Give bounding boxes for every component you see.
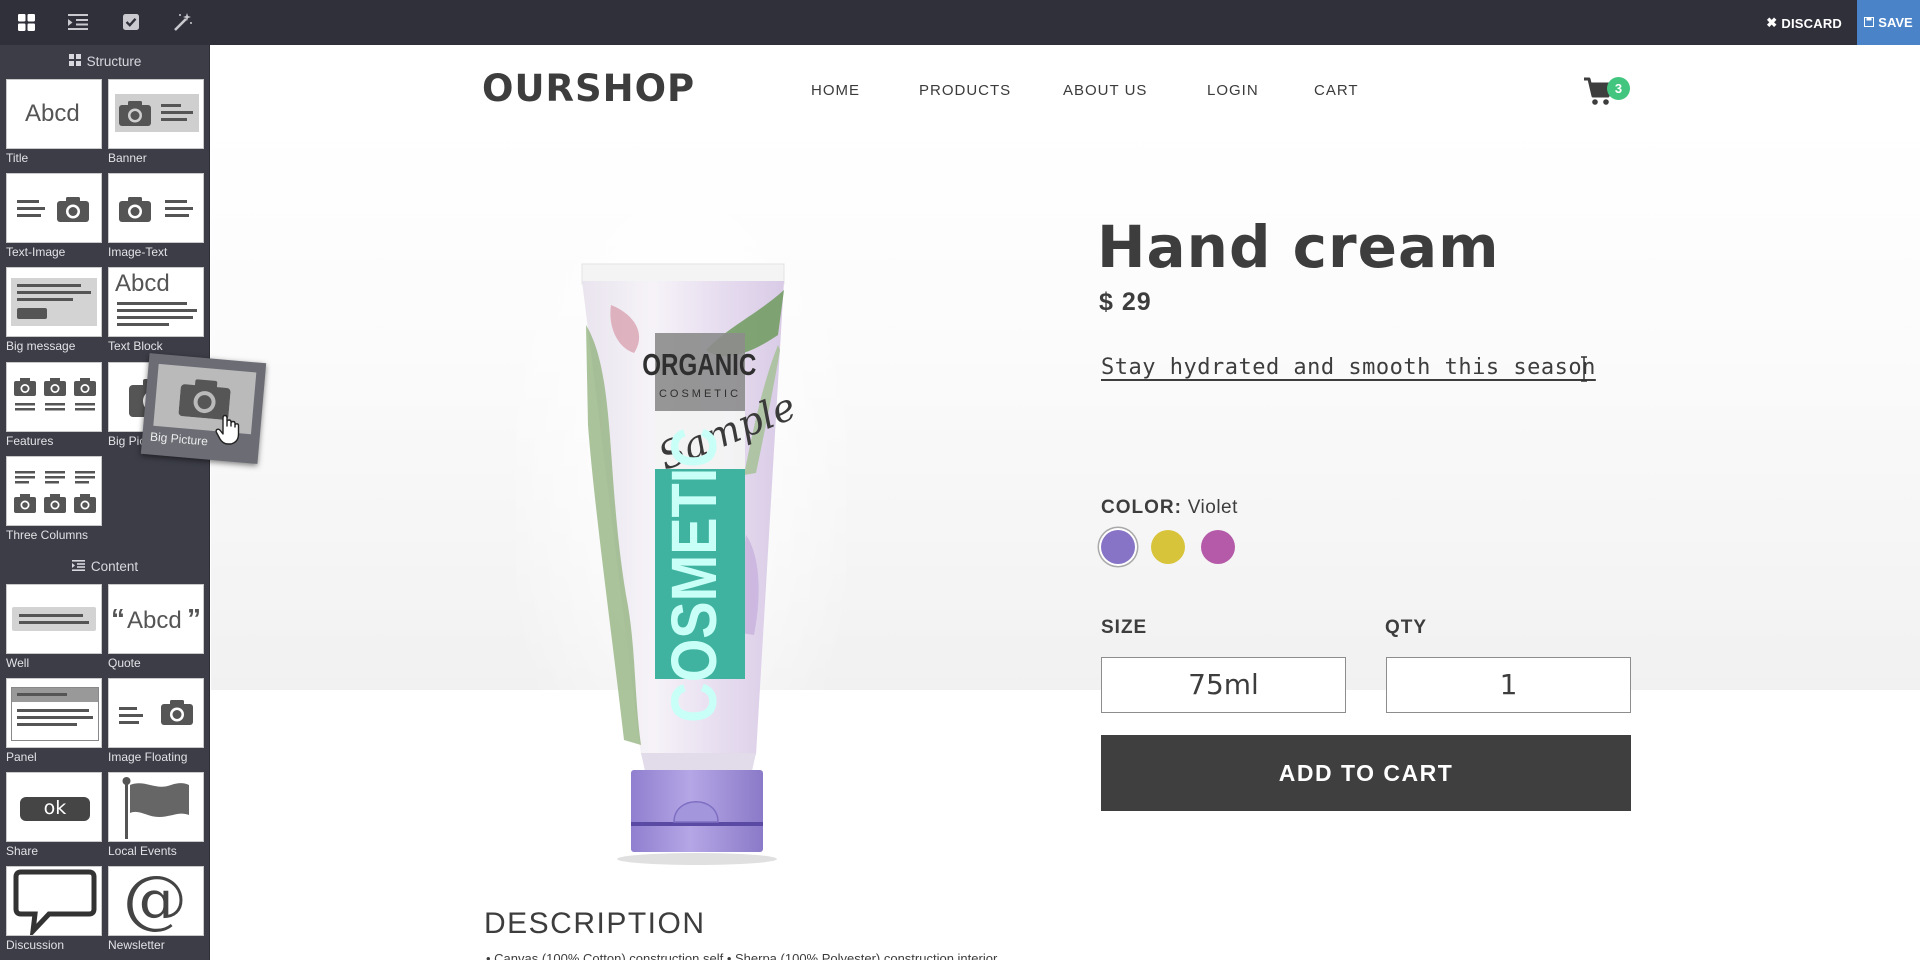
snippet-label-text-image: Text-Image bbox=[6, 245, 66, 259]
size-select[interactable]: 75ml bbox=[1101, 657, 1346, 713]
snippet-well[interactable] bbox=[6, 584, 102, 654]
camera-icon bbox=[57, 197, 89, 222]
product-tagline-editable[interactable]: Stay hydrated and smooth this season bbox=[1101, 355, 1596, 380]
camera-icon bbox=[14, 471, 96, 513]
grid-icon bbox=[68, 54, 81, 69]
color-swatch-violet[interactable] bbox=[1101, 530, 1135, 564]
color-swatch-magenta[interactable] bbox=[1201, 530, 1235, 564]
color-label-value: Violet bbox=[1187, 497, 1238, 518]
nav-login[interactable]: LOGIN bbox=[1207, 82, 1259, 99]
discard-button[interactable]: ✖ DISCARD bbox=[1766, 12, 1842, 34]
snippet-image-floating[interactable] bbox=[108, 678, 204, 748]
snippet-label-well: Well bbox=[6, 656, 30, 670]
save-button[interactable]: SAVE bbox=[1857, 0, 1920, 45]
nav-products[interactable]: PRODUCTS bbox=[919, 82, 1011, 99]
magic-wand-icon[interactable] bbox=[170, 9, 196, 35]
content-header: Content bbox=[0, 559, 209, 574]
label-cosmetic-small-text: COSMETIC bbox=[659, 388, 741, 400]
snippet-text-image[interactable] bbox=[6, 173, 102, 243]
snippet-label-panel: Panel bbox=[6, 750, 37, 764]
camera-icon bbox=[14, 378, 96, 411]
snippet-label-title: Title bbox=[6, 151, 29, 165]
open-quote-icon: “ bbox=[111, 603, 125, 634]
page-canvas: OURSHOP HOME PRODUCTS ABOUT US LOGIN CAR… bbox=[211, 45, 1920, 960]
label-organic-text: ORGANIC bbox=[642, 347, 756, 382]
snippet-banner[interactable] bbox=[108, 79, 204, 149]
snippet-newsletter[interactable]: @ bbox=[108, 866, 204, 936]
camera-icon bbox=[119, 197, 151, 222]
snippet-label-share: Share bbox=[6, 844, 39, 858]
snippet-label-image-text: Image-Text bbox=[108, 245, 168, 259]
snippet-label-banner: Banner bbox=[108, 151, 147, 165]
save-label: SAVE bbox=[1878, 15, 1913, 30]
grid-icon[interactable] bbox=[13, 9, 39, 35]
close-quote-icon: ” bbox=[187, 603, 201, 634]
snippet-panel: Structure Abcd Title Banner Text-Image I… bbox=[0, 45, 210, 960]
color-label-key: COLOR: bbox=[1101, 497, 1182, 518]
product-image: ORGANIC COSMETIC Sample COSMETIC bbox=[516, 175, 846, 865]
snippet-label-features: Features bbox=[6, 434, 54, 448]
nav-home[interactable]: HOME bbox=[811, 82, 860, 99]
product-price: $ 29 bbox=[1099, 288, 1152, 316]
snippet-title[interactable]: Abcd bbox=[6, 79, 102, 149]
at-sign-icon: @ bbox=[123, 866, 187, 936]
size-label: SIZE bbox=[1101, 617, 1148, 638]
color-label: COLOR: Violet bbox=[1101, 497, 1238, 519]
discard-label: DISCARD bbox=[1781, 15, 1842, 31]
snippet-three-columns[interactable] bbox=[6, 456, 102, 526]
indent-list-icon[interactable] bbox=[65, 9, 91, 35]
snippet-big-message[interactable] bbox=[6, 267, 102, 337]
grab-hand-cursor-icon bbox=[215, 414, 240, 445]
indent-list-icon bbox=[71, 559, 85, 574]
snippet-label-image-floating: Image Floating bbox=[108, 750, 188, 764]
snippet-quote[interactable]: “ Abcd ” bbox=[108, 584, 204, 654]
snippet-features[interactable] bbox=[6, 362, 102, 432]
structure-header: Structure bbox=[0, 54, 209, 69]
qty-input[interactable]: 1 bbox=[1386, 657, 1631, 713]
description-heading: DESCRIPTION bbox=[484, 907, 706, 940]
hero-background bbox=[211, 125, 1920, 690]
snippet-local-events[interactable] bbox=[108, 772, 204, 842]
nav-cart[interactable]: CART bbox=[1314, 82, 1359, 99]
snippet-text-block[interactable]: Abcd bbox=[108, 267, 204, 337]
add-to-cart-button[interactable]: ADD TO CART bbox=[1101, 735, 1631, 811]
snippet-label-discussion: Discussion bbox=[6, 938, 65, 952]
snippet-panel[interactable] bbox=[6, 678, 102, 748]
snippet-label-text-block: Text Block bbox=[108, 339, 163, 353]
cart-count-badge: 3 bbox=[1607, 77, 1630, 100]
flag-icon bbox=[122, 777, 189, 839]
close-icon: ✖ bbox=[1766, 15, 1778, 30]
snippet-label-local-events: Local Events bbox=[108, 844, 177, 858]
snippet-image-text[interactable] bbox=[108, 173, 204, 243]
camera-icon bbox=[119, 101, 151, 126]
ok-button-thumb: ok bbox=[20, 797, 90, 821]
snippet-label-three-columns: Three Columns bbox=[6, 528, 89, 542]
speech-bubble-icon bbox=[13, 869, 97, 935]
snippet-discussion[interactable] bbox=[6, 866, 102, 936]
floppy-disk-icon bbox=[1864, 15, 1875, 30]
nav-about-us[interactable]: ABOUT US bbox=[1063, 82, 1147, 99]
qty-label: QTY bbox=[1385, 617, 1428, 638]
color-swatch-yellow[interactable] bbox=[1151, 530, 1185, 564]
description-text: • Canvas (100% Cotton) construction self… bbox=[486, 951, 998, 960]
checkbox-icon[interactable] bbox=[118, 9, 144, 35]
label-cosmetic-big-text: COSMETIC bbox=[657, 427, 730, 722]
product-title: Hand cream bbox=[1097, 213, 1500, 281]
site-logo[interactable]: OURSHOP bbox=[482, 67, 695, 110]
snippet-label-big-message: Big message bbox=[6, 339, 76, 353]
text-cursor-icon bbox=[1581, 356, 1587, 382]
snippet-label-quote: Quote bbox=[108, 656, 141, 670]
snippet-share[interactable]: ok bbox=[6, 772, 102, 842]
snippet-label-newsletter: Newsletter bbox=[108, 938, 165, 952]
camera-icon bbox=[161, 700, 193, 725]
editor-toolbar: ✖ DISCARD SAVE bbox=[0, 0, 1920, 45]
